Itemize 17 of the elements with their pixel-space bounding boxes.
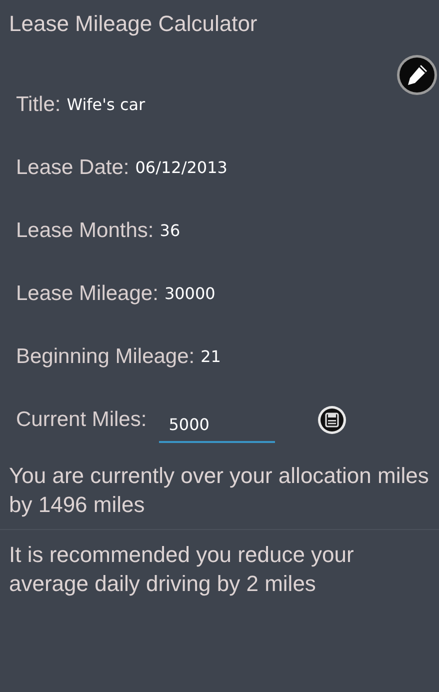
current-miles-field[interactable]: 5000 [158, 406, 275, 442]
result-message: You are currently over your allocation miles by 1496 miles [8, 462, 430, 519]
field-label: Current Miles: [16, 408, 147, 432]
field-label: Lease Mileage: [16, 282, 158, 306]
field-value: 36 [160, 221, 180, 240]
field-value: Wife's car [66, 95, 146, 114]
field-label: Beginning Mileage: [16, 344, 195, 368]
field-value: 30000 [164, 284, 216, 303]
pencil-icon[interactable] [396, 54, 438, 96]
field-value: 21 [200, 347, 221, 366]
app-title: Lease Mileage Calculator [8, 10, 258, 36]
result-message: It is recommended you reduce your average daily driving by 2 miles [8, 541, 355, 598]
field-label: Lease Months: [16, 218, 154, 242]
field-label: Title: [16, 92, 61, 116]
field-value: 06/12/2013 [135, 158, 228, 177]
field-label: Lease Date: [16, 156, 130, 180]
save-icon[interactable] [316, 404, 347, 434]
